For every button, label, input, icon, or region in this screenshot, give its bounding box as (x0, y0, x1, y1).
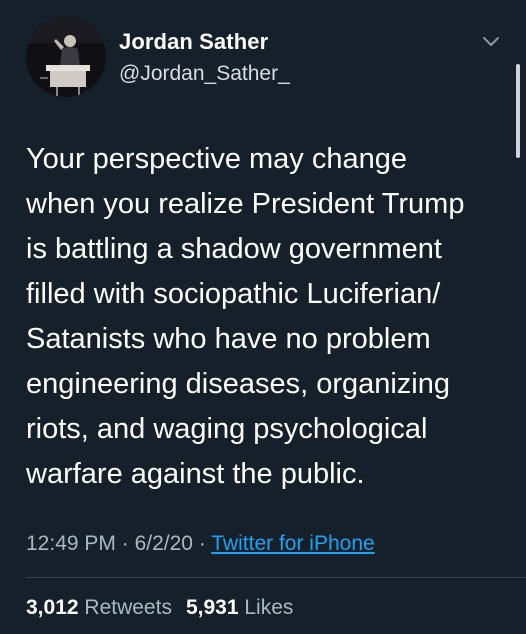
tweet-text-line: engineering diseases, organizing (26, 368, 451, 400)
divider (26, 577, 526, 578)
meta-separator: · (121, 532, 129, 555)
retweets-count: 3,012 (26, 596, 79, 619)
tweet-text-line: riots, and waging psychological (26, 413, 428, 445)
tweet-time[interactable]: 12:49 PM (26, 532, 116, 555)
tweet-text-line: warfare against the public. (26, 458, 365, 490)
tweet-stats: 3,012 Retweets 5,931 Likes (26, 596, 293, 620)
chevron-down-icon[interactable] (480, 33, 502, 51)
likes-stat[interactable]: 5,931 Likes (186, 596, 293, 619)
likes-label: Likes (244, 596, 294, 619)
tweet-text-line: when you realize President Trump (26, 188, 465, 220)
tweet-text-line: is battling a shadow government (26, 233, 442, 265)
tweet-text-line: Satanists who have no problem (26, 323, 431, 355)
avatar[interactable] (26, 17, 106, 97)
tweet-text-line: filled with sociopathic Luciferian/ (26, 278, 441, 310)
tweet-card: Jordan Sather @Jordan_Sather_ Your persp… (0, 0, 526, 634)
scrollbar-thumb[interactable] (516, 64, 520, 158)
likes-count: 5,931 (185, 596, 239, 619)
retweets-stat[interactable]: 3,012 Retweets (26, 596, 172, 619)
retweets-label: Retweets (84, 596, 172, 619)
tweet-source-link[interactable]: Twitter for iPhone (211, 532, 374, 555)
tweet-date[interactable]: 6/2/20 (135, 532, 193, 555)
tweet-text-line: Your perspective may change (26, 143, 407, 175)
profile-photo-icon (26, 17, 106, 97)
tweet-metadata: 12:49 PM · 6/2/20 · Twitter for iPhone (26, 532, 375, 556)
meta-separator: · (198, 532, 206, 555)
tweet-text: Your perspective may change when you rea… (26, 137, 506, 497)
author-name[interactable]: Jordan Sather (119, 29, 268, 55)
author-handle[interactable]: @Jordan_Sather_ (119, 62, 290, 86)
